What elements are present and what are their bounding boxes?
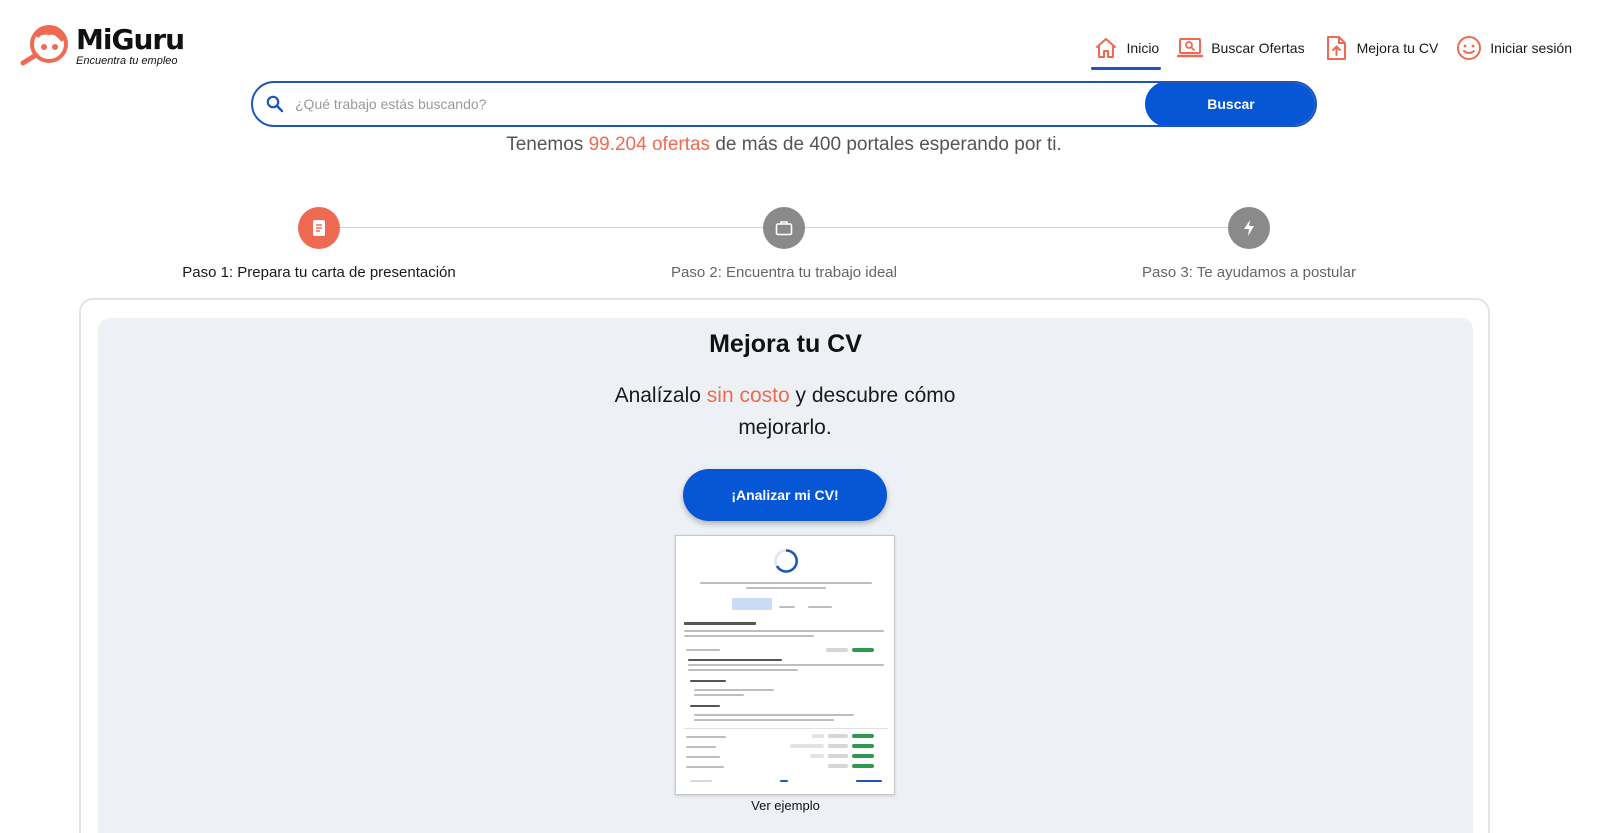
smiley-icon [1456, 35, 1482, 61]
cv-example-preview[interactable] [675, 535, 895, 795]
briefcase-icon [763, 207, 805, 249]
nav-buscar-ofertas-label: Buscar Ofertas [1211, 40, 1305, 56]
laptop-search-icon [1177, 35, 1204, 61]
nav-inicio-label: Inicio [1126, 40, 1160, 56]
home-icon [1093, 35, 1119, 61]
tagline-suffix: de más de 400 portales esperando por ti. [715, 134, 1062, 155]
logo-mascot-icon [20, 25, 68, 66]
search-button[interactable]: Buscar [1145, 83, 1315, 125]
search-input[interactable] [295, 83, 1145, 125]
tagline-offers-count: 99.204 ofertas [588, 134, 711, 155]
cv-subtitle-prefix: Analízalo [614, 384, 701, 407]
cv-subtitle-highlight: sin costo [706, 384, 790, 407]
cv-title: Mejora tu CV [709, 330, 862, 358]
analyze-cv-button[interactable]: ¡Analizar mi CV! [683, 469, 887, 521]
step-1-label: Paso 1: Prepara tu carta de presentación [182, 264, 456, 281]
nav-mejora-cv-label: Mejora tu CV [1356, 40, 1439, 56]
nav-iniciar-sesion-label: Iniciar sesión [1490, 40, 1572, 56]
cv-card: Mejora tu CV Analízalo sin costo y descu… [79, 298, 1490, 833]
search-icon [255, 95, 295, 113]
step-2[interactable]: Paso 2: Encuentra tu trabajo ideal [614, 207, 954, 281]
document-icon [298, 207, 340, 249]
brand-tagline: Encuentra tu empleo [76, 55, 178, 67]
steps-progress: Paso 1: Prepara tu carta de presentación… [0, 207, 1568, 297]
step-3-label: Paso 3: Te ayudamos a postular [1141, 264, 1357, 281]
cv-panel: Mejora tu CV Analízalo sin costo y descu… [98, 318, 1473, 833]
score-ring-icon [774, 549, 798, 573]
nav-inicio[interactable]: Inicio [1090, 30, 1161, 70]
ver-ejemplo-link[interactable]: Ver ejemplo [98, 798, 1473, 813]
nav-buscar-ofertas[interactable]: Buscar Ofertas [1177, 30, 1305, 66]
nav-iniciar-sesion[interactable]: Iniciar sesión [1456, 30, 1572, 66]
logo[interactable]: MiGuru Encuentra tu empleo [20, 23, 185, 67]
nav-mejora-cv[interactable]: Mejora tu CV [1323, 30, 1439, 66]
main-nav: Inicio Buscar Ofertas Mejora tu CV Inici… [1075, 30, 1572, 70]
step-1[interactable]: Paso 1: Prepara tu carta de presentación [149, 207, 489, 281]
file-upload-icon [1323, 35, 1349, 61]
cv-subtitle: Analízalo sin costo y descubre cómo mejo… [585, 380, 985, 444]
offers-tagline: Tenemos 99.204 ofertas de más de 400 por… [0, 134, 1568, 156]
lightning-icon [1228, 207, 1270, 249]
step-3[interactable]: Paso 3: Te ayudamos a postular [1079, 207, 1419, 281]
step-2-label: Paso 2: Encuentra tu trabajo ideal [671, 264, 897, 281]
brand-name: MiGuru [76, 23, 185, 56]
search-bar: Buscar [251, 81, 1317, 127]
tagline-prefix: Tenemos [506, 134, 584, 155]
